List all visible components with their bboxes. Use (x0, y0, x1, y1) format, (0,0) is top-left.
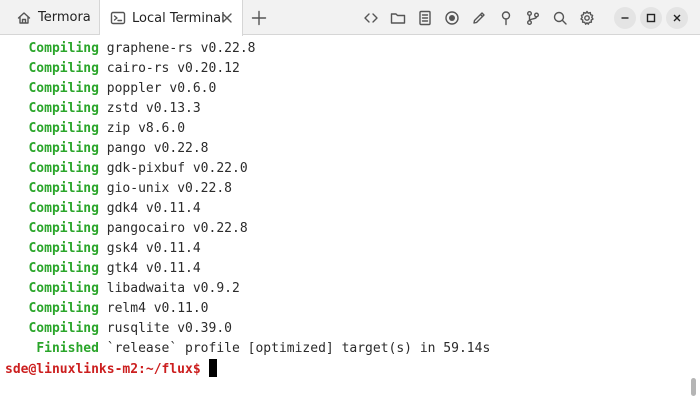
pin-icon[interactable] (497, 9, 515, 27)
line-keyword: Compiling (28, 201, 99, 216)
tab-termora[interactable]: Termora (0, 0, 100, 35)
line-keyword: Compiling (28, 321, 99, 336)
terminal-line: Compiling gdk-pixbuf v0.22.0 (5, 159, 490, 179)
close-icon (673, 14, 681, 21)
terminal-output[interactable]: Compiling graphene-rs v0.22.8 Compiling … (0, 36, 700, 400)
line-keyword: Compiling (28, 261, 99, 276)
maximize-icon (646, 13, 656, 22)
search-icon[interactable] (551, 9, 569, 27)
tab-label: Local Terminal (132, 10, 225, 26)
home-icon (16, 10, 32, 26)
terminal-line: Compiling pangocairo v0.22.8 (5, 219, 490, 239)
line-keyword: Compiling (28, 121, 99, 136)
line-text: gio-unix v0.22.8 (98, 181, 232, 196)
maximize-button[interactable] (640, 6, 662, 29)
tab-bar: Termora Local Terminal (0, 0, 700, 36)
line-text: graphene-rs v0.22.8 (98, 41, 256, 56)
line-keyword: Compiling (28, 281, 99, 296)
line-text: cairo-rs v0.20.12 (98, 61, 240, 76)
minimize-button[interactable] (614, 6, 636, 29)
line-keyword: Compiling (28, 41, 99, 56)
terminal-cursor (208, 359, 217, 377)
terminal-line: Compiling gtk4 v0.11.4 (5, 259, 490, 279)
prompt-line[interactable]: sde@linuxlinks-m2:~/flux$ (5, 359, 490, 379)
line-text: zip v8.6.0 (98, 121, 186, 136)
line-text: relm4 v0.11.0 (98, 301, 209, 316)
line-text: gdk4 v0.11.4 (98, 201, 201, 216)
terminal-icon (110, 10, 126, 26)
branch-icon[interactable] (524, 9, 542, 27)
line-text: zstd v0.13.3 (98, 101, 201, 116)
terminal-line: Compiling graphene-rs v0.22.8 (5, 39, 490, 59)
terminal-line: Compiling pango v0.22.8 (5, 139, 490, 159)
gear-icon[interactable] (578, 9, 596, 27)
line-text: gtk4 v0.11.4 (98, 261, 201, 276)
line-keyword: Compiling (28, 241, 99, 256)
line-keyword: Compiling (28, 141, 99, 156)
terminal-line: Compiling rusqlite v0.39.0 (5, 319, 490, 339)
minimize-icon (621, 16, 629, 19)
line-text: pangocairo v0.22.8 (98, 221, 248, 236)
tab-local-terminal[interactable]: Local Terminal (100, 0, 243, 36)
shell-prompt: sde@linuxlinks-m2:~/flux$ (5, 362, 201, 377)
terminal-line: Compiling gsk4 v0.11.4 (5, 239, 490, 259)
terminal-line: Compiling relm4 v0.11.0 (5, 299, 490, 319)
line-keyword: Compiling (28, 221, 99, 236)
terminal-line: Compiling gdk4 v0.11.4 (5, 199, 490, 219)
record-icon[interactable] (443, 9, 461, 27)
folder-icon[interactable] (389, 9, 407, 27)
line-keyword: Compiling (28, 81, 99, 96)
code-icon[interactable] (362, 9, 380, 27)
line-text: libadwaita v0.9.2 (98, 281, 240, 296)
scrollbar-thumb[interactable] (691, 378, 696, 396)
close-tab-icon[interactable] (220, 11, 234, 25)
close-window-button[interactable] (666, 6, 688, 29)
terminal-line: Compiling gio-unix v0.22.8 (5, 179, 490, 199)
line-keyword: Compiling (28, 181, 99, 196)
terminal-scrollbar[interactable] (686, 36, 700, 400)
edit-icon[interactable] (470, 9, 488, 27)
line-text: gdk-pixbuf v0.22.0 (98, 161, 248, 176)
tab-label: Termora (38, 10, 91, 25)
terminal-line: Compiling poppler v0.6.0 (5, 79, 490, 99)
line-keyword: Compiling (28, 301, 99, 316)
new-tab-icon[interactable] (250, 9, 268, 27)
line-keyword: Compiling (28, 161, 99, 176)
document-icon[interactable] (416, 9, 434, 27)
terminal-line: Finished `release` profile [optimized] t… (5, 339, 490, 359)
terminal-line: Compiling libadwaita v0.9.2 (5, 279, 490, 299)
toolbar (353, 0, 700, 35)
line-keyword: Compiling (28, 61, 99, 76)
line-text: rusqlite v0.39.0 (98, 321, 232, 336)
terminal-line: Compiling zip v8.6.0 (5, 119, 490, 139)
line-text: gsk4 v0.11.4 (98, 241, 201, 256)
terminal-line: Compiling cairo-rs v0.20.12 (5, 59, 490, 79)
line-keyword: Compiling (28, 101, 99, 116)
line-text: `release` profile [optimized] target(s) … (98, 341, 491, 356)
line-keyword: Finished (36, 341, 99, 356)
terminal-line: Compiling zstd v0.13.3 (5, 99, 490, 119)
line-text: pango v0.22.8 (98, 141, 209, 156)
line-text: poppler v0.6.0 (98, 81, 217, 96)
terminal-lines: Compiling graphene-rs v0.22.8 Compiling … (5, 39, 490, 379)
